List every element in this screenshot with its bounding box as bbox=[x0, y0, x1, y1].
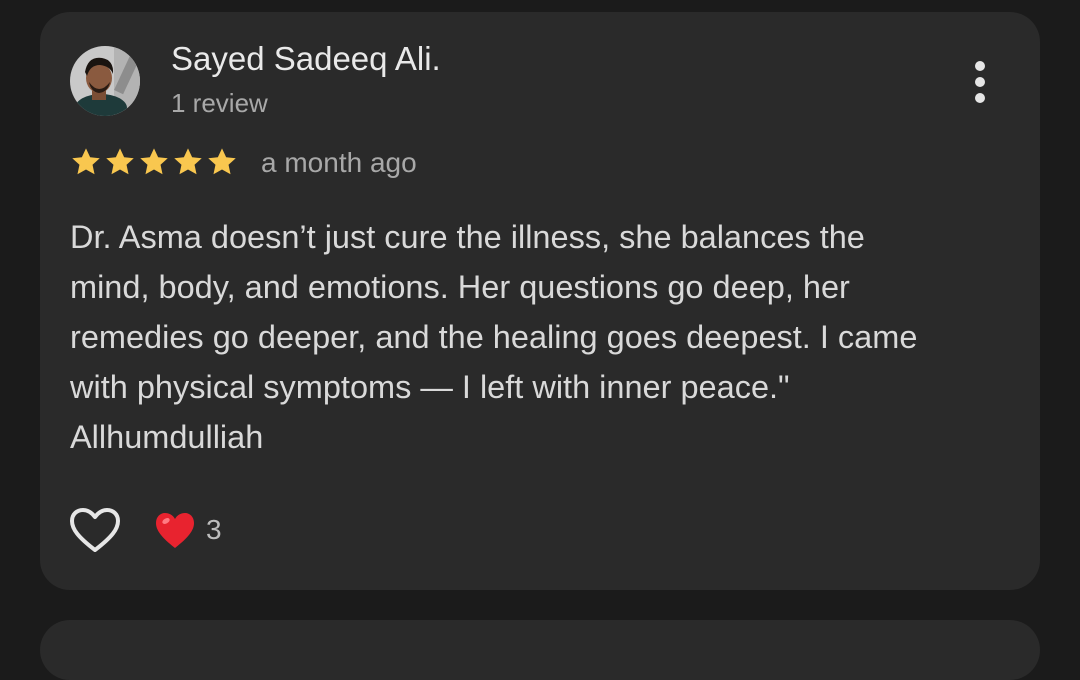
more-vertical-icon bbox=[975, 61, 985, 103]
star-rating bbox=[70, 146, 238, 180]
next-review-card bbox=[40, 620, 1040, 680]
review-card: Sayed Sadeeq Ali. 1 review a month ago D… bbox=[40, 12, 1040, 590]
star-icon bbox=[72, 148, 100, 175]
review-text: Dr. Asma doesn’t just cure the illness, … bbox=[70, 219, 918, 455]
review-date: a month ago bbox=[261, 147, 417, 178]
more-options-button[interactable] bbox=[970, 60, 990, 104]
star-icon bbox=[174, 148, 202, 175]
reaction-summary[interactable]: 3 bbox=[154, 508, 222, 552]
star-icon bbox=[208, 148, 236, 175]
heart-outline-icon bbox=[70, 508, 120, 552]
author-name[interactable]: Sayed Sadeeq Ali. bbox=[171, 40, 441, 78]
author-review-count: 1 review bbox=[171, 88, 268, 118]
like-button[interactable] bbox=[68, 504, 122, 558]
avatar[interactable] bbox=[70, 46, 140, 116]
reaction-count: 3 bbox=[206, 514, 222, 545]
star-icon bbox=[140, 148, 168, 175]
red-heart-icon bbox=[156, 513, 194, 548]
star-icon bbox=[106, 148, 134, 175]
avatar-photo bbox=[70, 46, 140, 116]
